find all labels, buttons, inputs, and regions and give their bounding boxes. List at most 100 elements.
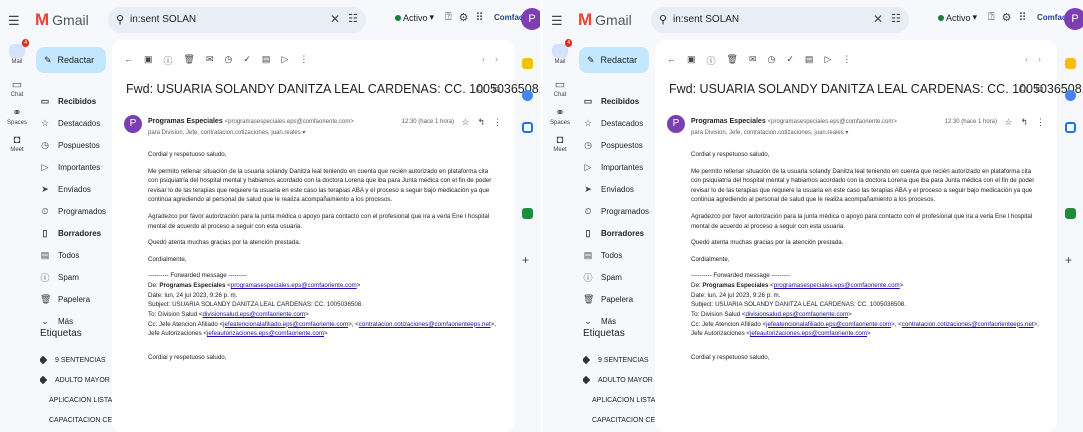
rail-meet[interactable]: ◘ Meet — [545, 134, 575, 153]
next-icon[interactable]: › — [1038, 54, 1041, 64]
back-icon[interactable]: ← — [667, 54, 676, 67]
report-spam-icon[interactable]: ⓘ — [707, 54, 716, 67]
body-closing: Cordialmente, — [691, 255, 730, 263]
add-addon-icon[interactable]: + — [1065, 253, 1072, 267]
forwarded-date: Date: lun, 24 jul 2023, 9:26 p. m. — [691, 291, 781, 299]
search-input[interactable]: in:sent SOLAN — [130, 14, 196, 25]
apps-icon[interactable]: ⠿ — [475, 11, 483, 24]
label-icon[interactable]: ▷ — [824, 54, 831, 67]
search-input[interactable]: in:sent SOLAN — [673, 14, 739, 25]
account-avatar[interactable]: P — [1064, 8, 1083, 30]
clock-icon: ◷ — [41, 139, 49, 150]
settings-icon[interactable]: ⚙ — [1002, 11, 1012, 24]
fwd-from-link[interactable]: programasespeciales.eps@comfaoriente.com — [231, 282, 357, 289]
tune-icon[interactable]: ☷ — [348, 12, 358, 25]
app-name: Gmail — [52, 12, 89, 28]
tasks-icon[interactable] — [1065, 90, 1076, 101]
add-addon-icon[interactable]: + — [522, 253, 529, 267]
addon-icon[interactable] — [1065, 208, 1076, 219]
archive-icon[interactable]: ▣ — [144, 54, 153, 67]
gmail-logo[interactable]: M Gmail — [35, 10, 89, 30]
mark-unread-icon[interactable]: ✉ — [749, 54, 757, 67]
chevron-down-icon: ▾ — [429, 12, 435, 22]
move-icon[interactable]: ▤ — [805, 54, 814, 67]
more-icon[interactable]: ⋮ — [299, 54, 308, 67]
more-icon[interactable]: ⋮ — [842, 54, 851, 67]
more-icon[interactable]: ⋮ — [1036, 117, 1045, 128]
add-task-icon[interactable]: ✓ — [786, 54, 794, 67]
star-icon[interactable]: ☆ — [461, 117, 469, 128]
report-spam-icon[interactable]: ⓘ — [164, 54, 173, 67]
back-icon[interactable]: ← — [124, 54, 133, 67]
add-task-icon[interactable]: ✓ — [243, 54, 251, 67]
recipients[interactable]: para Division, Jefe, contratacion.cotiza… — [148, 129, 305, 136]
fwd-cc-link[interactable]: contratacion.cotizaciones@comfaorienteep… — [902, 321, 1034, 328]
search-icon[interactable]: ⚲ — [116, 13, 124, 26]
reply-icon[interactable]: ↰ — [477, 117, 485, 128]
search-icon[interactable]: ⚲ — [659, 13, 667, 26]
account-avatar[interactable]: P — [521, 8, 540, 30]
apps-icon[interactable]: ⠿ — [1018, 11, 1026, 24]
label-tag-icon — [40, 355, 48, 365]
snooze-icon[interactable]: ◷ — [768, 54, 776, 67]
print-icon[interactable]: ⎙ — [476, 84, 484, 95]
rail-meet[interactable]: ◘ Meet — [2, 134, 32, 153]
menu-icon[interactable]: ☰ — [8, 13, 20, 29]
tune-icon[interactable]: ☷ — [891, 12, 901, 25]
open-new-window-icon[interactable]: ⧉ — [493, 84, 500, 95]
fwd-to-link[interactable]: divisionsalud.eps@comfaoriente.com — [746, 311, 849, 318]
chevron-down-icon: ▾ — [845, 130, 849, 136]
fwd-to-link[interactable]: divisionsalud.eps@comfaoriente.com — [203, 311, 306, 318]
prev-icon[interactable]: ‹ — [482, 54, 485, 64]
archive-icon[interactable]: ▣ — [687, 54, 696, 67]
star-icon[interactable]: ☆ — [1004, 117, 1012, 128]
fwd-cc-link[interactable]: contratacion.cotizaciones@comfaorienteep… — [359, 321, 491, 328]
rail-chat[interactable]: ▭ Chat — [2, 78, 32, 98]
rail-chat[interactable]: ▭ Chat — [545, 78, 575, 98]
addon-icon[interactable] — [522, 208, 533, 219]
close-icon[interactable]: ✕ — [330, 12, 340, 26]
compose-button[interactable]: ✎ Redactar — [579, 47, 649, 73]
menu-icon[interactable]: ☰ — [551, 13, 563, 29]
delete-icon[interactable]: 🗑 — [727, 54, 738, 67]
next-icon[interactable]: › — [495, 54, 498, 64]
help-icon[interactable]: ⍰ — [445, 11, 452, 24]
fwd-cc-link[interactable]: jefeatencionalafiliado.eps@comfaoriente.… — [766, 321, 891, 328]
fwd-cc-link[interactable]: jefeatencionalafiliado.eps@comfaoriente.… — [223, 321, 348, 328]
rail-spaces[interactable]: ⚭ Spaces — [545, 106, 575, 126]
open-new-window-icon[interactable]: ⧉ — [1036, 84, 1043, 95]
tasks-icon[interactable] — [522, 90, 533, 101]
move-icon[interactable]: ▤ — [262, 54, 271, 67]
mark-unread-icon[interactable]: ✉ — [206, 54, 214, 67]
label-tag-icon — [40, 375, 48, 385]
keep-icon[interactable] — [522, 58, 533, 69]
help-icon[interactable]: ⍰ — [988, 11, 995, 24]
rail-mail[interactable]: 4 Mail — [545, 39, 575, 65]
status-selector[interactable]: Activo ▾ — [395, 12, 434, 23]
label-icon[interactable]: ▷ — [281, 54, 288, 67]
fwd-cc-link[interactable]: jefeautorizaciones.eps@comfaoriente.com — [207, 330, 324, 337]
compose-button[interactable]: ✎ Redactar — [36, 47, 106, 73]
print-icon[interactable]: ⎙ — [1019, 84, 1027, 95]
gmail-logo[interactable]: M Gmail — [578, 10, 632, 30]
snooze-icon[interactable]: ◷ — [225, 54, 233, 67]
delete-icon[interactable]: 🗑 — [184, 54, 195, 67]
fwd-cc-link[interactable]: jefeautorizaciones.eps@comfaoriente.com — [750, 330, 867, 337]
keep-icon[interactable] — [1065, 58, 1076, 69]
side-panel: + — [1058, 58, 1083, 432]
contacts-icon[interactable] — [522, 122, 533, 133]
close-icon[interactable]: ✕ — [873, 12, 883, 26]
rail-mail[interactable]: 4 Mail — [2, 39, 32, 65]
contacts-icon[interactable] — [1065, 122, 1076, 133]
fwd-from-link[interactable]: programasespeciales.eps@comfaoriente.com — [774, 282, 900, 289]
forwarded-subject: Subject: USUARIA SOLANDY DANITZA LEAL CA… — [691, 301, 906, 309]
search-bar[interactable]: ⚲ in:sent SOLAN ✕ ☷ — [651, 7, 909, 33]
recipients[interactable]: para Division, Jefe, contratacion.cotiza… — [691, 129, 848, 136]
prev-icon[interactable]: ‹ — [1025, 54, 1028, 64]
reply-icon[interactable]: ↰ — [1020, 117, 1028, 128]
rail-spaces[interactable]: ⚭ Spaces — [2, 106, 32, 126]
search-bar[interactable]: ⚲ in:sent SOLAN ✕ ☷ — [108, 7, 366, 33]
status-selector[interactable]: Activo ▾ — [938, 12, 977, 23]
more-icon[interactable]: ⋮ — [493, 117, 502, 128]
settings-icon[interactable]: ⚙ — [459, 11, 469, 24]
